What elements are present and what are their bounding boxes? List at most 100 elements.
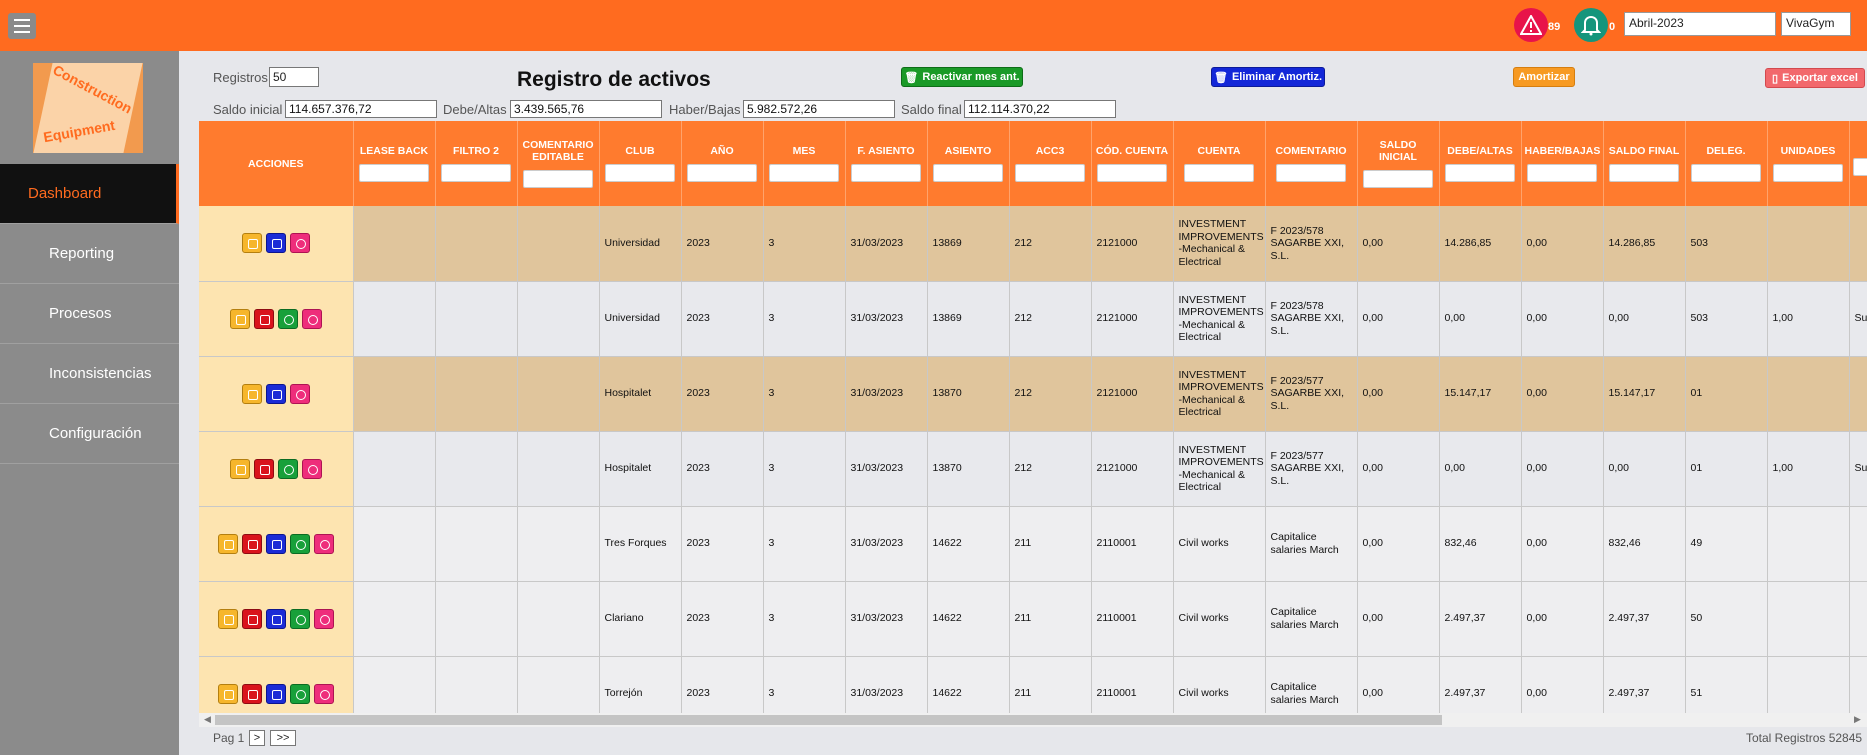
column-header: LEASE BACK: [353, 121, 436, 206]
edit-icon[interactable]: [241, 383, 262, 404]
hierarchy-icon[interactable]: [265, 383, 286, 404]
eliminar-amortiz-button[interactable]: 🗑 Eliminar Amortiz.: [1211, 67, 1325, 87]
cell-filtro: [435, 281, 518, 357]
hierarchy-icon[interactable]: [265, 608, 286, 629]
sync-icon[interactable]: [277, 458, 298, 479]
cancel-icon[interactable]: [289, 233, 310, 254]
next-page-button[interactable]: >: [249, 730, 265, 746]
column-filter-input[interactable]: [1276, 164, 1346, 182]
saldo-inicial-field[interactable]: 114.657.376,72: [285, 100, 437, 118]
menu-icon[interactable]: [8, 13, 36, 39]
column-filter-input[interactable]: [687, 164, 757, 182]
column-header-label: FILTRO 2: [453, 145, 499, 157]
sidebar-item-reporting[interactable]: Reporting: [0, 224, 179, 284]
delete-icon[interactable]: [241, 683, 262, 704]
cell-unidades: [1767, 656, 1850, 713]
table-row[interactable]: Hospitalet 2023 3 31/03/2023 13870 212 2121000…: [199, 356, 1867, 432]
table-row[interactable]: Universidad 2023 3 31/03/2023 13869 212 212100…: [199, 281, 1867, 357]
edit-icon[interactable]: [229, 308, 250, 329]
hierarchy-icon[interactable]: [265, 233, 286, 254]
delete-icon[interactable]: [241, 608, 262, 629]
column-filter-input[interactable]: [851, 164, 921, 182]
bell-icon[interactable]: [1574, 8, 1608, 42]
column-filter-input[interactable]: [1445, 164, 1515, 182]
company-select[interactable]: VivaGym: [1781, 12, 1851, 36]
edit-icon[interactable]: [241, 233, 262, 254]
cancel-icon[interactable]: [313, 533, 334, 554]
column-header: SALDO INICIAL: [1357, 121, 1440, 206]
cancel-icon[interactable]: [301, 458, 322, 479]
cancel-icon[interactable]: [313, 683, 334, 704]
saldo-final-field[interactable]: 112.114.370,22: [964, 100, 1116, 118]
column-filter-input[interactable]: [1015, 164, 1085, 182]
hierarchy-icon[interactable]: [265, 533, 286, 554]
exportar-excel-button[interactable]: ▯ Exportar excel: [1765, 68, 1865, 88]
cell-extra: [1849, 656, 1867, 713]
sync-icon[interactable]: [277, 308, 298, 329]
edit-icon[interactable]: [217, 533, 238, 554]
cell-mes: 3: [763, 206, 846, 282]
cell-lease: [353, 431, 436, 507]
cell-cod: 2121000: [1091, 206, 1174, 282]
column-filter-input[interactable]: [933, 164, 1003, 182]
saldo-inicial-label: Saldo inicial: [213, 102, 283, 117]
column-filter-input[interactable]: [1773, 164, 1843, 182]
delete-icon[interactable]: [241, 533, 262, 554]
column-header: COMENTARIO: [1265, 121, 1358, 206]
horizontal-scrollbar[interactable]: ◀ ▶: [199, 713, 1867, 727]
registros-select[interactable]: 50: [269, 67, 319, 87]
sidebar-item-inconsistencias[interactable]: Inconsistencias: [0, 344, 179, 404]
sidebar-item-dashboard[interactable]: Dashboard: [0, 164, 179, 224]
table-row[interactable]: Hospitalet 2023 3 31/03/2023 13870 212 2121000…: [199, 431, 1867, 507]
column-filter-input[interactable]: [1363, 170, 1433, 188]
alert-icon[interactable]: [1514, 8, 1548, 42]
edit-icon[interactable]: [217, 683, 238, 704]
cell-fecha: 31/03/2023: [845, 356, 928, 432]
reactivar-button[interactable]: 🗑 Reactivar mes ant.: [901, 67, 1023, 87]
sync-icon[interactable]: [289, 608, 310, 629]
column-filter-input[interactable]: [359, 164, 429, 182]
edit-icon[interactable]: [217, 608, 238, 629]
hierarchy-icon[interactable]: [265, 683, 286, 704]
table-row[interactable]: Clariano 2023 3 31/03/2023 14622 211 2110001 Ci…: [199, 581, 1867, 657]
column-filter-input[interactable]: [1527, 164, 1597, 182]
column-filter-input[interactable]: [523, 170, 593, 188]
cancel-icon[interactable]: [301, 308, 322, 329]
column-filter-input[interactable]: [1609, 164, 1679, 182]
column-filter-input[interactable]: [1852, 158, 1867, 176]
cell-fecha: 31/03/2023: [845, 506, 928, 582]
cell-saldo-ini: 0,00: [1357, 206, 1440, 282]
amortizar-button[interactable]: Amortizar: [1513, 67, 1575, 87]
cell-saldo-fin: 15.147,17: [1603, 356, 1686, 432]
cancel-icon[interactable]: [289, 383, 310, 404]
sync-icon[interactable]: [289, 683, 310, 704]
sidebar-item-configuracion[interactable]: Configuración: [0, 404, 179, 464]
column-header: F. ASIENTO: [845, 121, 928, 206]
column-filter-input[interactable]: [1097, 164, 1167, 182]
table-row[interactable]: Tres Forques 2023 3 31/03/2023 14622 211 21100…: [199, 506, 1867, 582]
scrollbar-thumb[interactable]: [215, 715, 1442, 725]
debe-field[interactable]: 3.439.565,76: [510, 100, 662, 118]
sidebar-item-procesos[interactable]: Procesos: [0, 284, 179, 344]
table-row[interactable]: Torrejón 2023 3 31/03/2023 14622 211 2110001 Ci…: [199, 656, 1867, 713]
table-header: ACCIONES LEASE BACK FILTRO 2 COMENTARIO EDI…: [199, 121, 1867, 206]
delete-icon[interactable]: [253, 458, 274, 479]
sync-icon[interactable]: [289, 533, 310, 554]
edit-icon[interactable]: [229, 458, 250, 479]
column-filter-input[interactable]: [1184, 164, 1254, 182]
column-filter-input[interactable]: [441, 164, 511, 182]
delete-icon[interactable]: [253, 308, 274, 329]
haber-field[interactable]: 5.982.572,26: [743, 100, 895, 118]
cell-coment-edit: [517, 356, 600, 432]
cell-lease: [353, 581, 436, 657]
cancel-icon[interactable]: [313, 608, 334, 629]
column-filter-input[interactable]: [605, 164, 675, 182]
column-filter-input[interactable]: [1691, 164, 1761, 182]
period-input[interactable]: Abril-2023: [1624, 12, 1776, 36]
cell-cuenta: Civil works: [1173, 581, 1266, 657]
column-filter-input[interactable]: [769, 164, 839, 182]
last-page-button[interactable]: >>: [270, 730, 296, 746]
table-row[interactable]: Universidad 2023 3 31/03/2023 13869 212 212100…: [199, 206, 1867, 282]
cell-cod: 2110001: [1091, 506, 1174, 582]
cell-filtro: [435, 356, 518, 432]
